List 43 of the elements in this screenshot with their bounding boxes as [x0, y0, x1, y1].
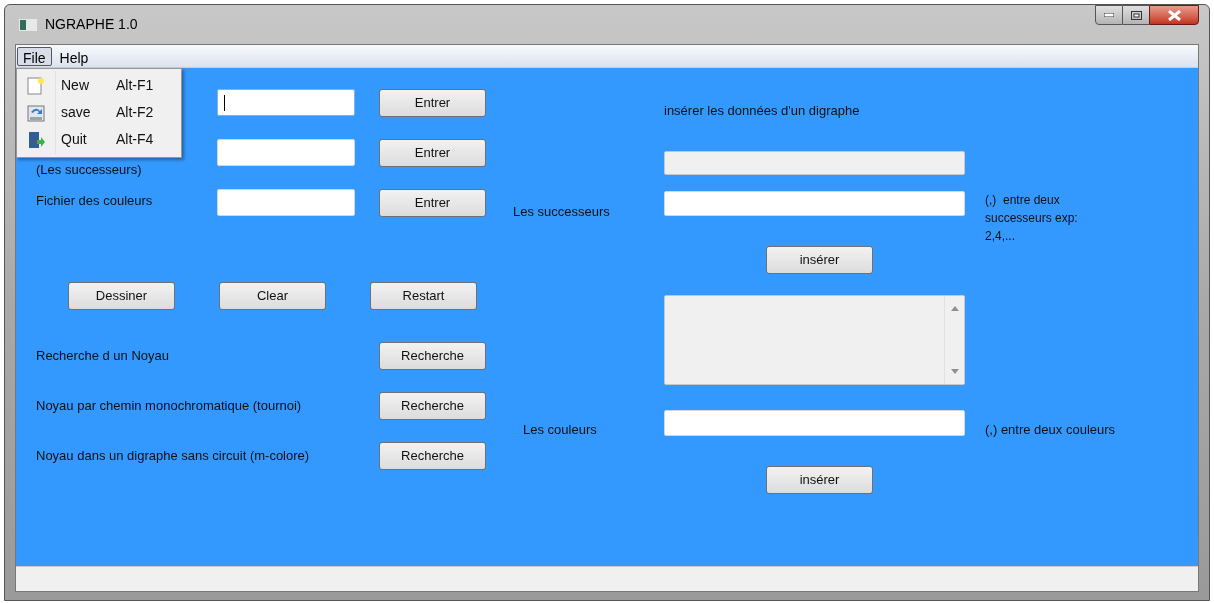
- menu-item[interactable]: File: [17, 46, 52, 66]
- action-button[interactable]: Clear: [219, 282, 326, 310]
- field-label: Les couleurs: [522, 421, 598, 439]
- minimize-icon: [1104, 13, 1114, 17]
- close-button[interactable]: [1149, 5, 1199, 25]
- search-button[interactable]: Recherche: [379, 342, 486, 370]
- search-label: Noyau dans un digraphe sans circuit (m-colore): [35, 447, 311, 466]
- file-input-field[interactable]: [217, 139, 355, 166]
- close-icon: [1167, 9, 1181, 21]
- enter-button[interactable]: Entrer: [379, 139, 486, 167]
- successors-input-field[interactable]: [664, 191, 965, 216]
- menu-entry[interactable]: save Alt-F2: [17, 99, 181, 126]
- insert-button[interactable]: insérer: [766, 246, 873, 274]
- search-button[interactable]: Recherche: [379, 392, 486, 420]
- field-label: Les successeurs: [513, 203, 611, 221]
- menu-entry[interactable]: Quit Alt-F4: [17, 126, 181, 153]
- file-input-field[interactable]: [217, 89, 355, 116]
- search-label: Noyau par chemin monochromatique (tournoi): [35, 397, 303, 416]
- search-button[interactable]: Recherche: [379, 442, 486, 470]
- enter-button[interactable]: Entrer: [379, 189, 486, 217]
- menu-item[interactable]: Help: [53, 46, 95, 66]
- field-label: (Les successeurs): [36, 161, 143, 179]
- field-label: Fichier des couleurs: [36, 192, 154, 210]
- action-button[interactable]: Dessiner: [68, 282, 175, 310]
- insert-button[interactable]: insérer: [766, 465, 873, 494]
- menu-entry[interactable]: New Alt-F1: [17, 72, 181, 99]
- new-document-icon: [27, 76, 45, 95]
- hint-text: (,) entre deux successeurs exp: 2,4,...: [985, 192, 1079, 245]
- search-label: Recherche d un Noyau: [35, 347, 170, 366]
- colors-input-field[interactable]: [664, 409, 965, 436]
- window-title: NGRAPHE 1.0: [45, 15, 138, 34]
- form-heading: insérer les données d'un digraphe: [664, 102, 861, 117]
- file-input-field[interactable]: [217, 189, 355, 216]
- enter-button[interactable]: Entrer: [379, 89, 486, 117]
- save-icon: [27, 103, 45, 122]
- minimize-button[interactable]: [1095, 5, 1123, 25]
- text-cursor: [224, 94, 225, 111]
- action-button[interactable]: Restart: [370, 282, 477, 310]
- exit-door-icon: [27, 130, 45, 149]
- maximize-button[interactable]: [1123, 5, 1149, 25]
- app-icon: [19, 18, 37, 31]
- maximize-icon: [1130, 10, 1142, 20]
- hint-text: (,) entre deux couleurs: [985, 421, 1116, 439]
